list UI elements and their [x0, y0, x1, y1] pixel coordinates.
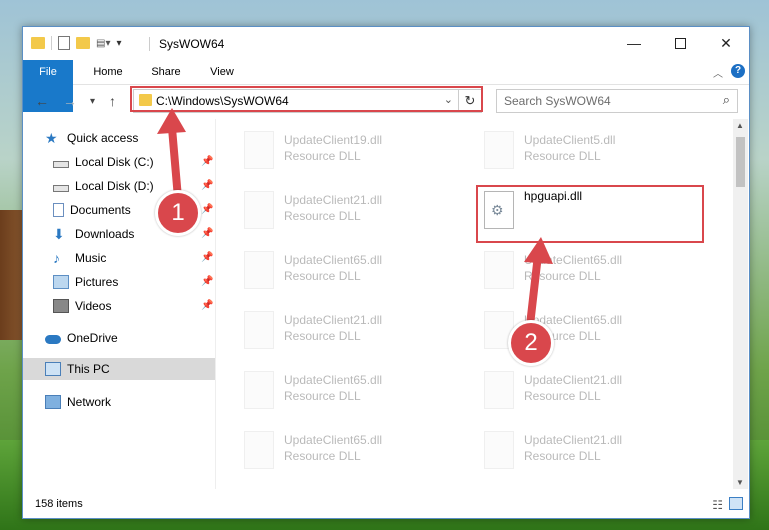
callout-2: 2: [508, 320, 554, 366]
arrow-2: [524, 237, 553, 329]
